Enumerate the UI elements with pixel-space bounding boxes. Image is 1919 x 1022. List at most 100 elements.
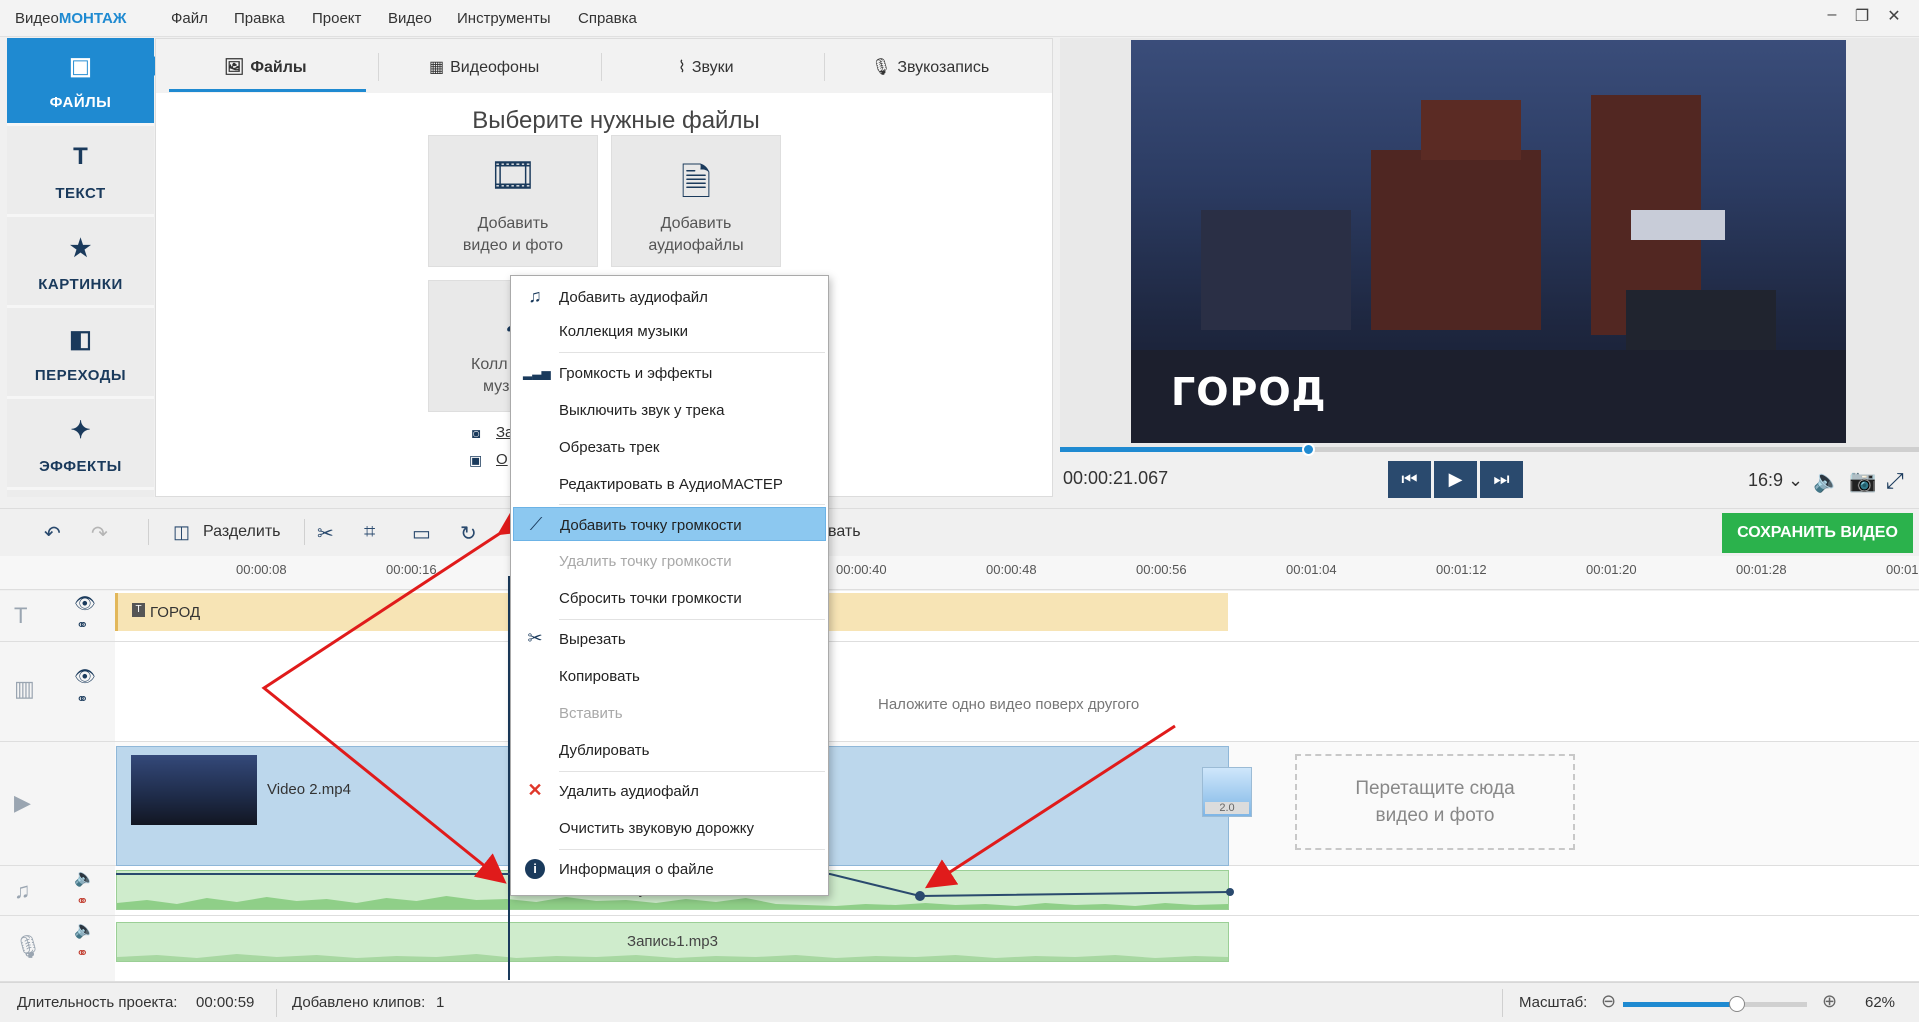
- ruler-label: 00:01:12: [1436, 562, 1487, 577]
- frame-icon[interactable]: ▭: [412, 521, 431, 546]
- add-audio-icon: ♫: [528, 286, 542, 306]
- menu-help[interactable]: Справка: [578, 10, 637, 27]
- sidebar-item-files[interactable]: ▣ ФАЙЛЫ: [7, 38, 154, 126]
- save-video-button[interactable]: СОХРАНИТЬ ВИДЕО: [1722, 513, 1913, 553]
- add-audio-button[interactable]: 🗎 Добавить аудиофайлы: [611, 135, 781, 267]
- menu-project[interactable]: Проект: [312, 10, 361, 27]
- seek-bar[interactable]: [1060, 443, 1919, 456]
- voice-clip[interactable]: Запись1.mp3: [116, 922, 1229, 962]
- menu-item-trim-track[interactable]: Обрезать трек: [513, 430, 826, 464]
- menu-item-clear-audio-track[interactable]: Очистить звуковую дорожку: [513, 811, 826, 845]
- volume-icon[interactable]: 🔈: [1813, 468, 1840, 494]
- tab-bar: 🖼 Файлы ▦ Видеофоны ⌇ Звуки 🎙 Звукозапись: [156, 39, 1052, 93]
- menu-item-add-audio[interactable]: ♫ Добавить аудиофайл: [513, 280, 826, 314]
- undo-icon[interactable]: ↶: [44, 521, 61, 546]
- tab-divider: [601, 53, 602, 81]
- sidebar-item-effects[interactable]: ✦ ЭФФЕКТЫ: [7, 402, 154, 490]
- add-video-photo-button[interactable]: 🎞 Добавить видео и фото: [428, 135, 598, 267]
- toolbar-partial-label[interactable]: вать: [828, 523, 861, 541]
- split-icon[interactable]: ◫: [173, 522, 190, 543]
- tab-sounds[interactable]: ⌇ Звуки: [678, 57, 734, 77]
- building-shape: [1421, 100, 1521, 160]
- status-divider: [276, 989, 277, 1017]
- timeline-ruler[interactable]: 00:00:08 00:00:16 00:00:40 00:00:48 00:0…: [0, 556, 1919, 590]
- zoom-in-icon[interactable]: ⊕: [1822, 991, 1837, 1012]
- eye-icon[interactable]: 👁: [74, 667, 96, 687]
- volume-point-icon: ⟋: [529, 514, 543, 534]
- transitions-icon: ◧: [69, 326, 92, 353]
- eye-icon[interactable]: 👁: [74, 594, 96, 614]
- overlay-track-header: ▥ 👁 ⚭: [0, 642, 115, 742]
- ai-link[interactable]: О: [496, 451, 508, 468]
- music-track-header: ♫ 🔈 ⚭: [0, 866, 115, 916]
- menu-file[interactable]: Файл: [171, 10, 208, 27]
- menu-item-cut[interactable]: ✂ Вырезать: [513, 622, 826, 656]
- video-camera-icon: ▶: [14, 790, 31, 815]
- ruler-label: 00:00:48: [986, 562, 1037, 577]
- minimize-icon[interactable]: –: [1818, 6, 1846, 30]
- menu-edit[interactable]: Правка: [234, 10, 285, 27]
- ruler-label: 00:01:28: [1736, 562, 1787, 577]
- aspect-ratio-select[interactable]: 16:9 ⌄: [1748, 470, 1803, 491]
- menu-item-paste[interactable]: Вставить: [513, 696, 826, 730]
- camera-icon[interactable]: 📷: [1849, 468, 1876, 494]
- menu-item-music-collection[interactable]: Коллекция музыки: [513, 314, 826, 348]
- menu-separator: [559, 849, 825, 850]
- tab-sound-recording[interactable]: 🎙 Звукозапись: [871, 57, 989, 77]
- mute-link-icon[interactable]: ⚭: [76, 892, 89, 910]
- speaker-icon[interactable]: 🔈: [74, 920, 95, 940]
- menu-item-volume-effects[interactable]: ▂▃▅ Громкость и эффекты: [513, 356, 826, 390]
- timecode: 00:00:21.067: [1063, 468, 1169, 488]
- menu-item-edit-audiomaster[interactable]: Редактировать в АудиоМАСТЕР: [513, 467, 826, 501]
- left-sidebar: ▣ ФАЙЛЫ T ТЕКСТ ★ КАРТИНКИ ◧ ПЕРЕХОДЫ ✦ …: [7, 38, 154, 497]
- menu-video[interactable]: Видео: [388, 10, 432, 27]
- panel-heading: Выберите нужные файлы: [472, 107, 760, 134]
- car-shape: [1626, 290, 1776, 350]
- menu-item-copy[interactable]: Копировать: [513, 659, 826, 693]
- zoom-out-icon[interactable]: ⊖: [1601, 991, 1616, 1012]
- volume-bars-icon: ▂▃▅: [523, 366, 551, 380]
- split-button[interactable]: Разделить: [203, 523, 280, 541]
- tab-video-backgrounds[interactable]: ▦ Видеофоны: [429, 57, 539, 77]
- redo-icon[interactable]: ↷: [91, 521, 108, 546]
- link-icon[interactable]: ⚭: [76, 690, 89, 708]
- sidebar-item-pictures[interactable]: ★ КАРТИНКИ: [7, 220, 154, 308]
- menu-item-delete-volume-point[interactable]: Удалить точку громкости: [513, 544, 826, 578]
- music-track: Лучшая Блю: [115, 866, 1919, 916]
- speaker-icon[interactable]: 🔈: [74, 868, 95, 888]
- zoom-slider[interactable]: [1623, 996, 1807, 1012]
- menu-item-mute-track[interactable]: Выключить звук у трека: [513, 393, 826, 427]
- film-reel-icon: 🎞: [488, 155, 538, 197]
- video-track-header: ▶: [0, 742, 115, 866]
- overlay-track[interactable]: Наложите одно видео поверх другого: [115, 642, 1919, 742]
- restore-icon[interactable]: ❐: [1848, 6, 1876, 30]
- menu-item-reset-volume-points[interactable]: Сбросить точки громкости: [513, 581, 826, 615]
- play-icon[interactable]: ▶: [1434, 461, 1477, 498]
- menu-item-add-volume-point[interactable]: ⟋ Добавить точку громкости: [513, 507, 826, 541]
- zoom-slider-fill: [1623, 1002, 1738, 1007]
- tab-divider: [378, 53, 379, 81]
- scissors-icon[interactable]: ✂: [317, 521, 334, 546]
- sidebar-item-text[interactable]: T ТЕКСТ: [7, 129, 154, 217]
- close-icon[interactable]: ✕: [1880, 6, 1908, 30]
- magic-wand-icon: ✦: [70, 417, 91, 444]
- video-preview[interactable]: ГОРОД: [1131, 40, 1846, 443]
- menu-item-file-info[interactable]: i Информация о файле: [513, 852, 826, 886]
- drop-zone[interactable]: Перетащите сюда видео и фото: [1295, 754, 1575, 850]
- skip-forward-icon[interactable]: ⏭: [1480, 461, 1523, 498]
- menu-item-delete-audio[interactable]: ✕ Удалить аудиофайл: [513, 774, 826, 808]
- tab-files[interactable]: 🖼 Файлы: [224, 57, 307, 77]
- ruler-label: 00:00:16: [386, 562, 437, 577]
- mute-link-icon[interactable]: ⚭: [76, 944, 89, 962]
- link-icon[interactable]: ⚭: [76, 616, 89, 634]
- seek-bar-thumb[interactable]: [1302, 443, 1316, 456]
- menu-item-duplicate[interactable]: Дублировать: [513, 733, 826, 767]
- menu-tools[interactable]: Инструменты: [457, 10, 551, 27]
- crop-icon[interactable]: ⌗: [364, 521, 375, 544]
- fullscreen-icon[interactable]: ⤢: [1886, 468, 1904, 494]
- toolbar-divider: [148, 519, 149, 545]
- rotate-icon[interactable]: ↻: [460, 521, 477, 546]
- skip-back-icon[interactable]: ⏮: [1388, 461, 1431, 498]
- zoom-slider-thumb[interactable]: [1729, 996, 1746, 1012]
- sidebar-item-transitions[interactable]: ◧ ПЕРЕХОДЫ: [7, 311, 154, 399]
